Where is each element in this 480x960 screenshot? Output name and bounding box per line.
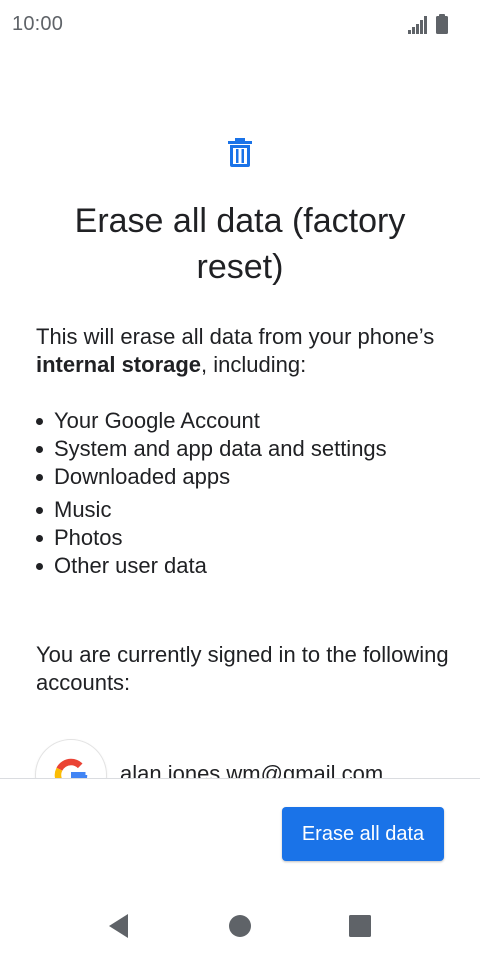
bullet-icon (36, 563, 43, 570)
status-time: 10:00 (12, 13, 64, 35)
recents-icon (349, 915, 371, 937)
account-email: alan.jones.wm@gmail.com (120, 761, 384, 778)
list-item: Photos (36, 524, 466, 552)
bullet-icon (36, 418, 43, 425)
bullet-icon (36, 535, 43, 542)
back-icon (109, 914, 128, 938)
bullet-icon (36, 446, 43, 453)
intro-bold: internal storage (36, 352, 202, 377)
status-bar: 10:00 (0, 0, 480, 50)
account-row: alan.jones.wm@gmail.com (36, 740, 456, 778)
home-icon (229, 915, 251, 937)
google-icon (54, 758, 88, 778)
home-button[interactable] (222, 908, 258, 944)
footer-divider (0, 778, 480, 779)
bullet-icon (36, 474, 43, 481)
recents-button[interactable] (342, 908, 378, 944)
list-item-label: Your Google Account (54, 408, 260, 433)
list-item: System and app data and settings (36, 435, 466, 463)
content-scroll-area[interactable]: Erase all data (factory reset) This will… (0, 50, 480, 778)
list-item: Downloaded apps (36, 463, 466, 491)
signal-icon (408, 16, 427, 34)
status-icons (406, 14, 452, 36)
back-button[interactable] (100, 908, 136, 944)
erase-all-data-button[interactable]: Erase all data (282, 807, 444, 861)
intro-prefix: This will erase all data from your phone… (36, 324, 435, 349)
list-item-label: System and app data and settings (54, 436, 387, 461)
bullet-icon (36, 507, 43, 514)
account-avatar (36, 740, 106, 778)
signed-in-text: You are currently signed in to the follo… (36, 642, 449, 695)
trash-icon (226, 138, 254, 168)
intro-text: This will erase all data from your phone… (36, 323, 456, 379)
intro-suffix: , including: (201, 352, 307, 377)
erase-items-list: Your Google Account System and app data … (36, 407, 466, 580)
list-item: Other user data (36, 552, 466, 580)
list-item-label: Music (54, 497, 112, 522)
list-item: Music (36, 496, 466, 524)
navigation-bar (0, 890, 480, 960)
list-item: Your Google Account (36, 407, 466, 435)
list-item-label: Photos (54, 525, 123, 550)
battery-icon (436, 14, 448, 34)
page-title: Erase all data (factory reset) (74, 202, 406, 286)
list-item-label: Other user data (54, 553, 207, 578)
list-item-label: Downloaded apps (54, 464, 231, 489)
